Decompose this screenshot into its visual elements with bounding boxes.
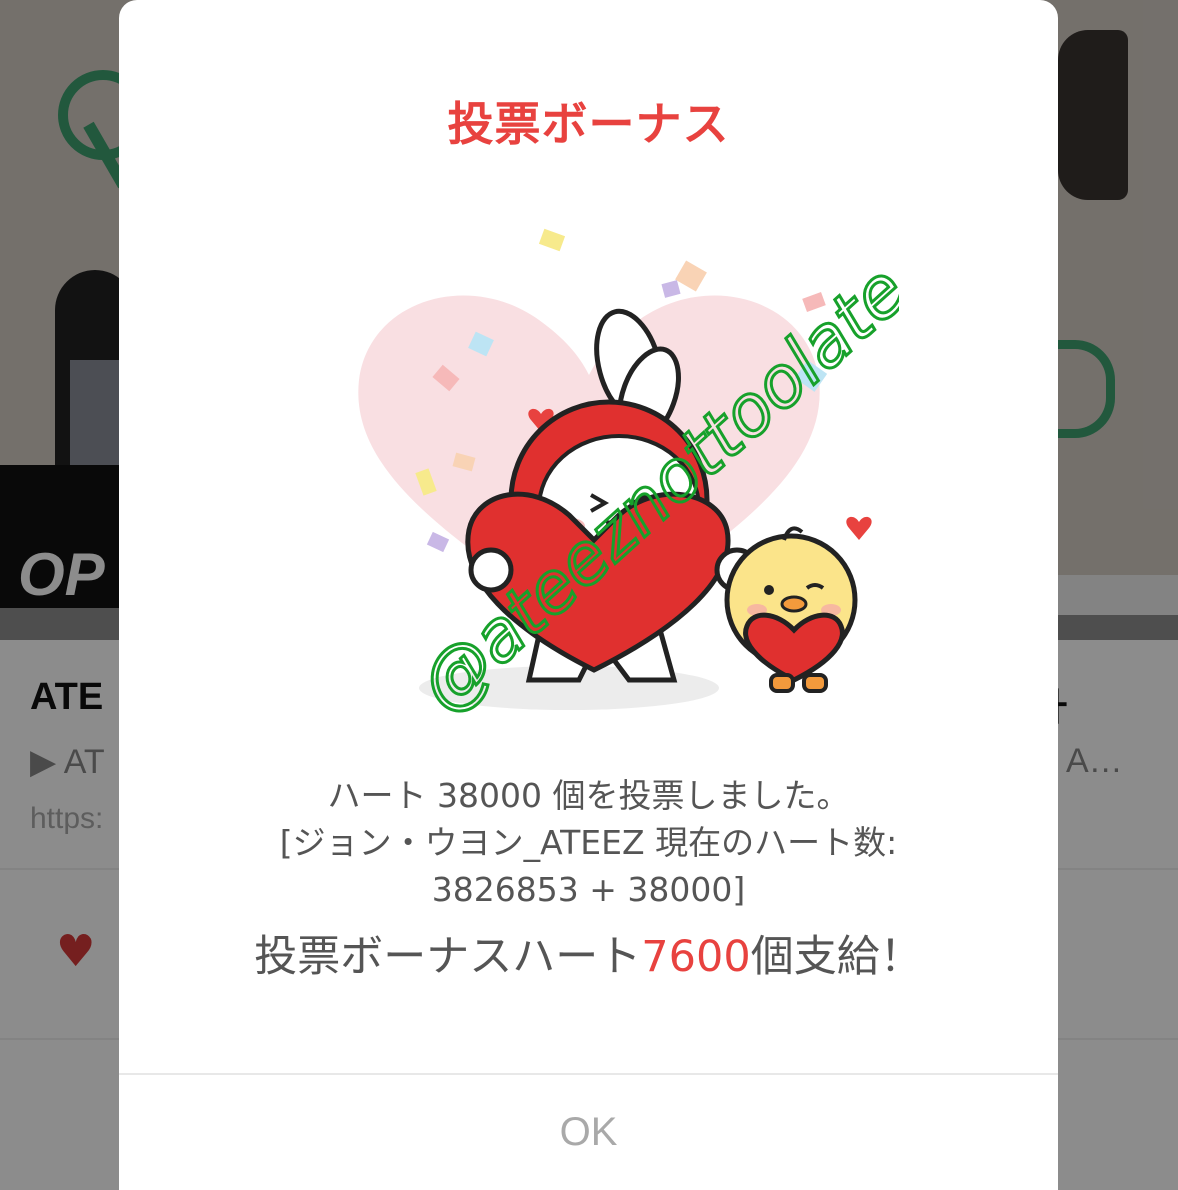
bonus-value: 7600 (641, 932, 751, 982)
bonus-prefix: 投票ボーナスハート (254, 932, 642, 982)
vote-message: ハート 38000 個を投票しました。 [ジョン・ウヨン_ATEEZ 現在のハー… (119, 772, 1058, 913)
screen: OP ATE ㅏ ▶ AT A… https: ♥ 投票ボーナス (0, 0, 1178, 1190)
bonus-suffix: 個支給！ (750, 932, 923, 982)
celebration-illustration: @ateeznottoolate (358, 228, 899, 729)
vote-bonus-dialog: 投票ボーナス @ateeznottoolate ハート 38000 個を投票しま… (119, 0, 1058, 1190)
vote-message-line2: [ジョン・ウヨン_ATEEZ 現在のハート数: (279, 823, 898, 862)
vote-message-line1: ハート 38000 個を投票しました。 (327, 776, 850, 815)
ok-button[interactable]: OK (119, 1075, 1058, 1190)
vote-message-line3: 3826853 + 38000] (431, 870, 746, 909)
bonus-message: 投票ボーナスハート7600個支給！ (119, 922, 1058, 984)
dialog-title: 投票ボーナス (447, 97, 730, 151)
